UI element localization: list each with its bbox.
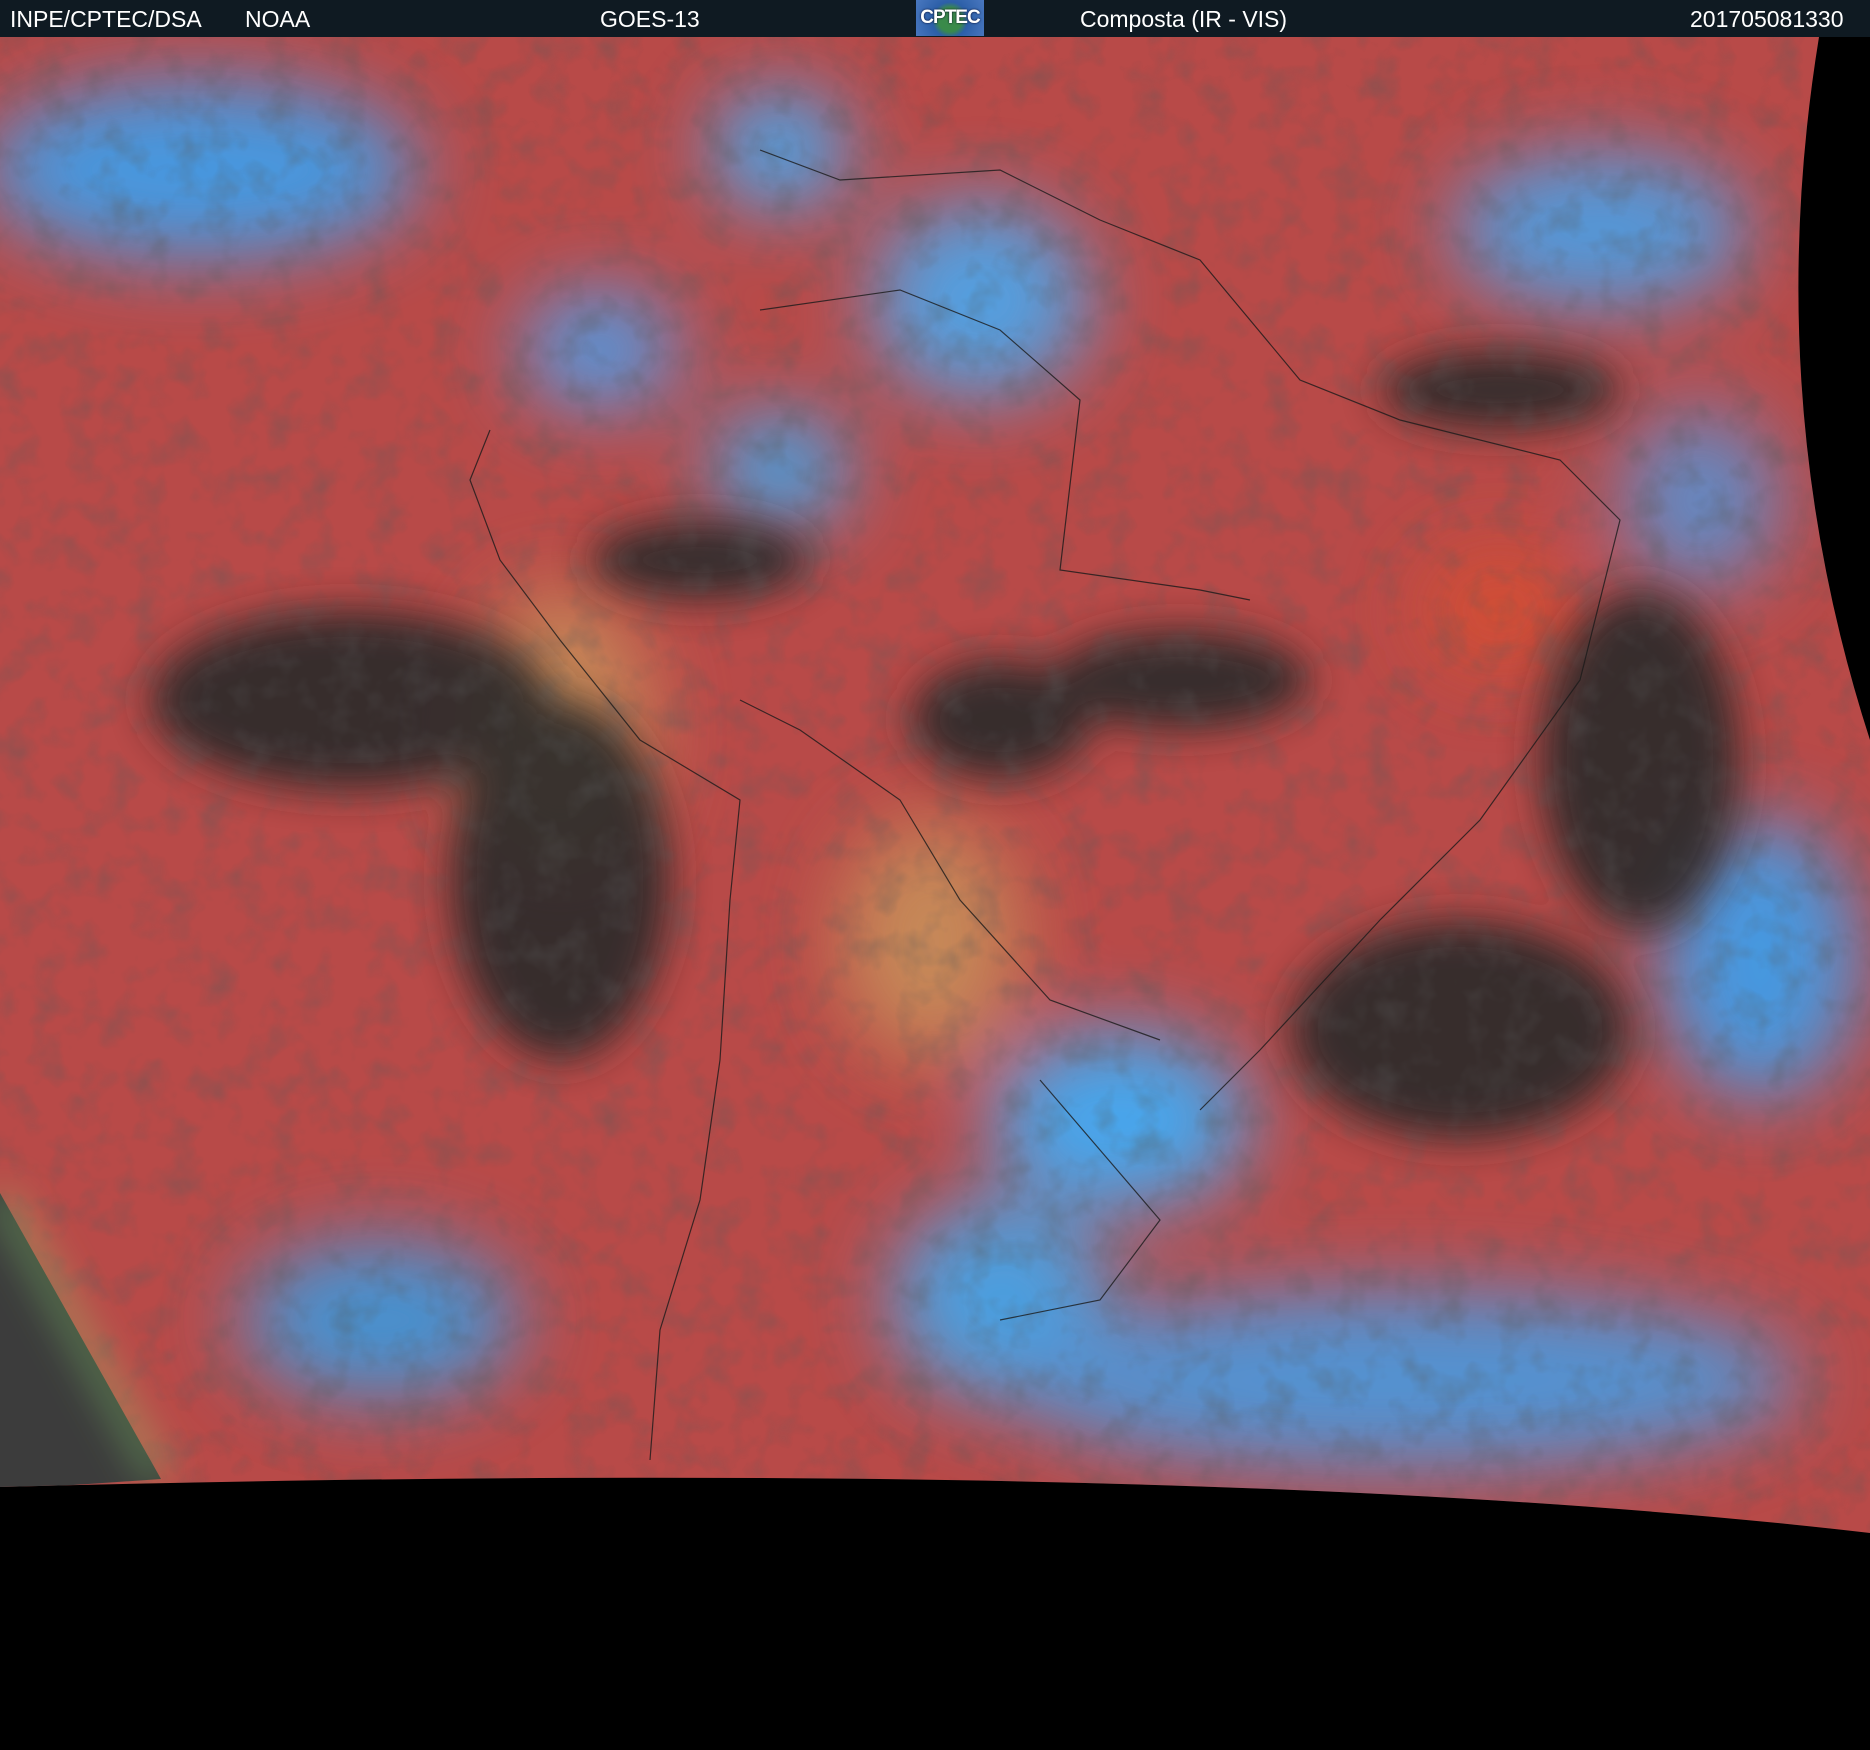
cptec-logo: CPTEC — [916, 0, 984, 36]
product-label: Composta (IR - VIS) — [1080, 6, 1288, 32]
header-bar: INPE/CPTEC/DSA NOAA GOES-13 CPTEC Compos… — [0, 0, 1870, 37]
satellite-composite-image — [0, 37, 1870, 1533]
satellite-label: GOES-13 — [600, 6, 700, 32]
agency-label: INPE/CPTEC/DSA — [10, 6, 202, 32]
logo-text: CPTEC — [920, 7, 980, 28]
timestamp-label: 201705081330 — [1690, 6, 1844, 32]
partner-label: NOAA — [245, 6, 311, 32]
